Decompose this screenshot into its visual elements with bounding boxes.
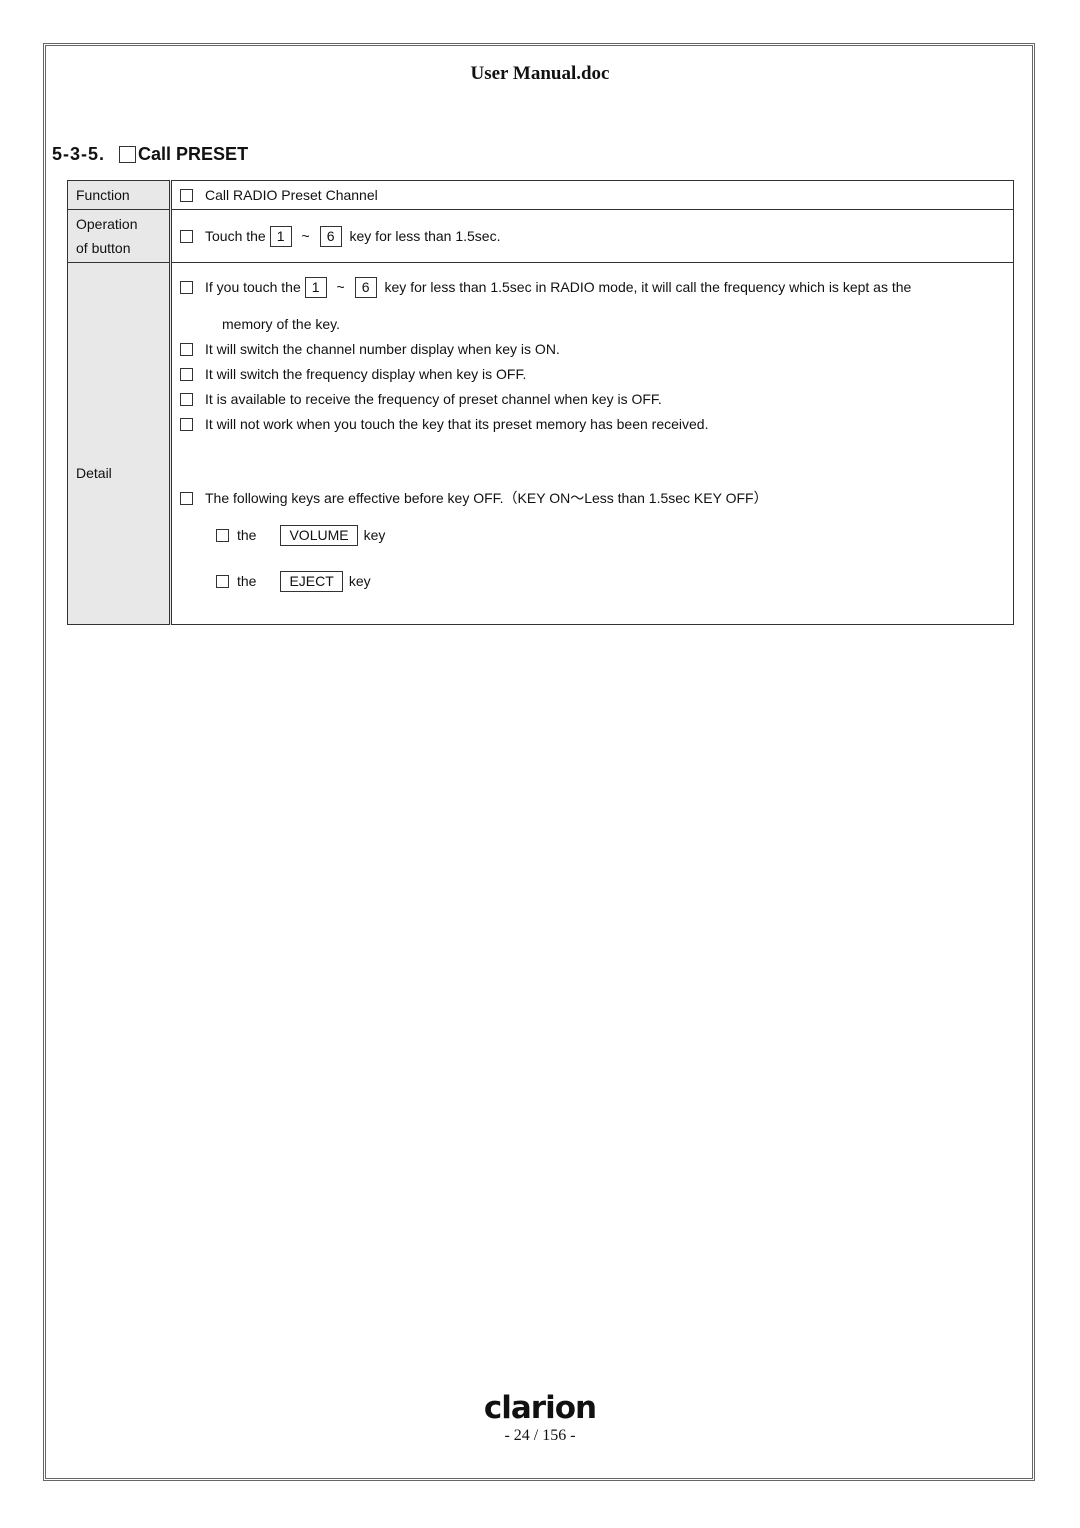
detail-item: It is available to receive the frequency… [180, 387, 1005, 412]
checkbox-icon [119, 146, 137, 163]
page-indicator: - 24 / 156 - [504, 1427, 576, 1444]
detail-item-text: It is available to receive the frequency… [205, 391, 662, 407]
effective-keys-list: the VOLUME key the EJECT key [180, 523, 1005, 594]
detail-item1-suffix: key for less than 1.5sec in RADIO mode, … [384, 279, 912, 295]
operation-suffix: key for less than 1.5sec. [349, 228, 501, 244]
function-text: Call RADIO Preset Channel [205, 187, 378, 203]
effective-note-text: The following keys are effective before … [205, 490, 768, 506]
detail-cell: If you touch the 1 ~ 6 key for less than… [170, 262, 1014, 625]
tilde: ~ [301, 228, 310, 244]
operation-label-line2: of button [76, 240, 131, 256]
key-1-label: 1 [269, 225, 292, 247]
sub-item-suffix: key [348, 573, 371, 589]
sub-item-suffix: key [363, 527, 386, 543]
function-cell: Call RADIO Preset Channel [170, 180, 1014, 210]
function-row: Function Call RADIO Preset Channel [67, 180, 1014, 210]
section-heading: 5-3-5. Call PRESET [52, 144, 248, 165]
checkbox-icon [180, 368, 193, 381]
detail-item: It will switch the channel number displa… [180, 337, 1005, 362]
volume-key-label: VOLUME [280, 525, 358, 546]
operation-prefix: Touch the [205, 228, 266, 244]
key-1-label: 1 [304, 277, 327, 298]
detail-item-text: It will switch the channel number displa… [205, 341, 560, 357]
detail-item1-prefix: If you touch the [205, 279, 301, 295]
checkbox-icon [216, 575, 229, 588]
detail-item-text: It will not work when you touch the key … [205, 416, 709, 432]
operation-label-line1: Operation [76, 216, 138, 232]
checkbox-icon [180, 418, 193, 431]
key-6-label: 6 [319, 225, 342, 247]
checkbox-icon [180, 281, 193, 294]
eject-key-label: EJECT [280, 571, 343, 592]
checkbox-icon [180, 188, 193, 202]
checkbox-icon [180, 492, 193, 505]
key-6-label: 6 [354, 277, 377, 298]
checkbox-icon [216, 529, 229, 542]
operation-row: Operation of button Touch the 1 ~ 6 key … [67, 209, 1014, 263]
effective-note: The following keys are effective before … [180, 486, 1005, 511]
detail-label: Detail [67, 262, 172, 625]
operation-label: Operation of button [67, 209, 172, 263]
detail-item1-continuation: memory of the key. [222, 316, 341, 332]
effective-key-item: the EJECT key [216, 569, 1005, 594]
operation-cell: Touch the 1 ~ 6 key for less than 1.5sec… [170, 209, 1014, 263]
spec-table: Function Call RADIO Preset Channel Opera… [67, 180, 1014, 625]
clarion-logo: clarion [483, 1390, 597, 1426]
detail-item: It will switch the frequency display whe… [180, 362, 1005, 387]
function-label: Function [67, 180, 172, 210]
detail-item: It will not work when you touch the key … [180, 412, 1005, 437]
detail-item-text: It will switch the frequency display whe… [205, 366, 527, 382]
section-title: Call PRESET [138, 144, 249, 164]
effective-key-item: the VOLUME key [216, 523, 1005, 548]
section-number: 5-3-5. [52, 144, 106, 164]
detail-row: Detail If you touch the 1 ~ 6 key for le… [67, 262, 1014, 625]
checkbox-icon [180, 229, 193, 243]
document-title: User Manual.doc [470, 63, 610, 84]
checkbox-icon [180, 343, 193, 356]
tilde: ~ [336, 279, 345, 295]
checkbox-icon [180, 393, 193, 406]
sub-item-prefix: the [237, 527, 257, 543]
sub-item-prefix: the [237, 573, 257, 589]
